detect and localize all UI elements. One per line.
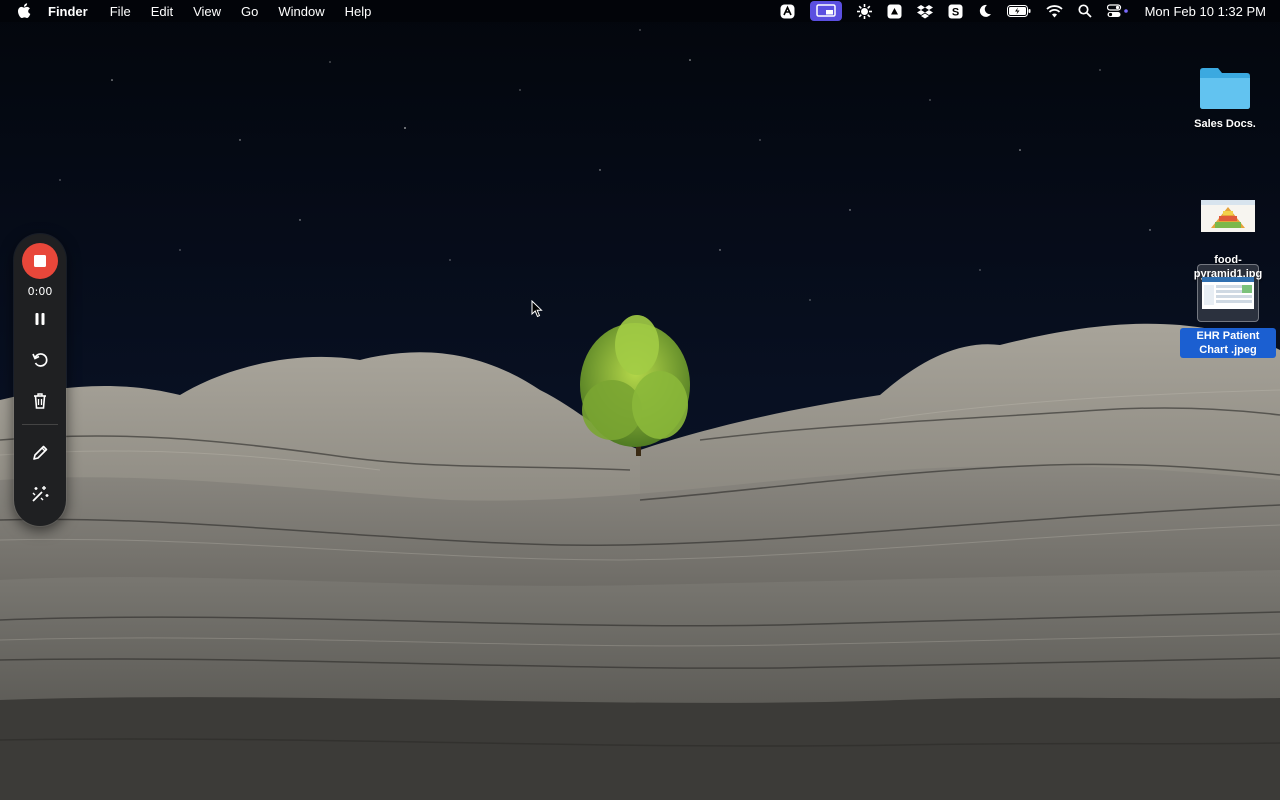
menu-bar: Finder File Edit View Go Window Help S M… [0, 0, 1280, 22]
menu-bar-clock[interactable]: Mon Feb 10 1:32 PM [1145, 4, 1266, 19]
restart-icon [32, 353, 48, 367]
drive-icon[interactable] [887, 0, 902, 22]
restart-button[interactable] [25, 345, 55, 375]
svg-text:S: S [951, 6, 958, 18]
apple-menu-icon[interactable] [16, 0, 32, 22]
menu-app-name[interactable]: Finder [48, 4, 88, 19]
menu-edit[interactable]: Edit [151, 4, 173, 19]
mouse-cursor [531, 299, 543, 323]
control-center-icon[interactable] [1106, 0, 1129, 22]
wifi-icon[interactable] [1045, 0, 1063, 22]
battery-icon[interactable] [1006, 0, 1031, 22]
search-icon[interactable] [1078, 0, 1092, 22]
delete-button[interactable] [25, 386, 55, 416]
magic-wand-icon [32, 486, 49, 502]
gear-sun-icon[interactable] [856, 0, 872, 22]
moon-icon[interactable] [978, 0, 992, 22]
recording-timer: 0:00 [27, 285, 53, 298]
effects-button[interactable] [25, 479, 55, 509]
menu-window[interactable]: Window [278, 4, 324, 19]
desktop-item-label: Sales Docs. [1194, 118, 1256, 130]
menu-file[interactable]: File [110, 4, 131, 19]
screen-recorder-toolbar: 0:00 [14, 234, 66, 526]
dropbox-icon[interactable] [916, 0, 933, 22]
stop-icon [34, 255, 46, 267]
screen-share-icon[interactable] [809, 1, 842, 21]
folder-icon [1177, 60, 1273, 116]
menu-help[interactable]: Help [345, 4, 372, 19]
desktop-wallpaper [0, 0, 1280, 800]
desktop-item-label: EHR Patient Chart .jpeg [1180, 328, 1276, 358]
menu-go[interactable]: Go [241, 4, 258, 19]
toolbar-divider [22, 424, 58, 425]
menu-view[interactable]: View [193, 4, 221, 19]
app-a-icon[interactable] [780, 0, 795, 22]
desktop-item-ehr-patient-chart[interactable]: EHR Patient Chart .jpeg [1180, 264, 1276, 358]
pencil-icon [33, 445, 48, 460]
image-thumbnail [1197, 264, 1259, 322]
pause-icon [35, 313, 45, 325]
desktop-item-sales-docs[interactable]: Sales Docs. [1177, 60, 1273, 132]
trash-icon [34, 393, 46, 409]
s-app-icon[interactable]: S [948, 0, 963, 22]
stop-recording-button[interactable] [22, 243, 58, 279]
draw-button[interactable] [25, 438, 55, 468]
image-thumbnail [1180, 196, 1276, 236]
pause-button[interactable] [25, 304, 55, 334]
